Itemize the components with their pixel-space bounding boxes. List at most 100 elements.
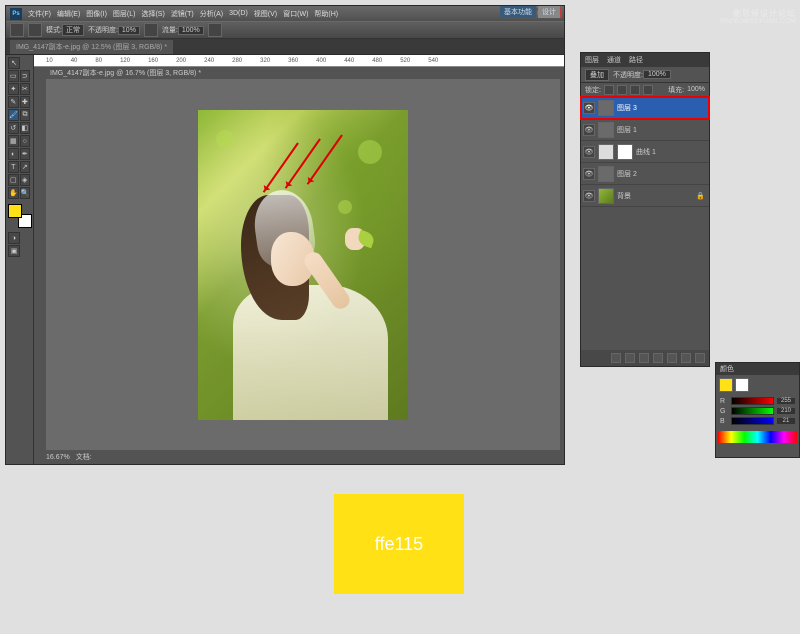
layer-fx-icon[interactable] — [625, 353, 635, 363]
menu-image[interactable]: 图像(I) — [86, 9, 107, 19]
lock-position-icon[interactable] — [630, 85, 640, 95]
zoom-level[interactable]: 16.67% — [46, 454, 70, 461]
b-value[interactable]: 21 — [777, 418, 795, 424]
layer-thumbnail[interactable] — [598, 166, 614, 182]
layer-row[interactable]: 👁 图层 3 — [581, 97, 709, 119]
layer-group-icon[interactable] — [667, 353, 677, 363]
color-tab[interactable]: 颜色 — [716, 363, 799, 375]
eyedropper-tool[interactable]: ✎ — [8, 96, 19, 108]
visibility-icon[interactable]: 👁 — [583, 190, 595, 202]
blend-mode-select[interactable]: 正常 — [62, 24, 84, 36]
b-slider[interactable] — [731, 417, 774, 425]
delete-layer-icon[interactable] — [695, 353, 705, 363]
workspace-design[interactable]: 设计 — [538, 6, 560, 18]
menu-select[interactable]: 选择(S) — [141, 9, 164, 19]
sub-document-tab[interactable]: IMG_4147副本-e.jpg @ 16.7% (图层 3, RGB/8) * — [46, 67, 205, 79]
type-tool[interactable]: T — [8, 161, 19, 173]
shape-tool[interactable]: ▢ — [8, 174, 19, 186]
canvas[interactable] — [46, 79, 560, 450]
adjustment-icon[interactable] — [598, 144, 614, 160]
brush-size-icon[interactable] — [28, 23, 42, 37]
zoom-tool[interactable]: 🔍 — [20, 187, 31, 199]
g-slider[interactable] — [731, 407, 774, 415]
menu-help[interactable]: 帮助(H) — [314, 9, 338, 19]
r-value[interactable]: 255 — [777, 398, 795, 404]
layer-name[interactable]: 图层 2 — [617, 169, 637, 179]
path-tool[interactable]: ↗ — [20, 161, 31, 173]
color-spectrum[interactable] — [718, 431, 797, 443]
menu-3d[interactable]: 3D(D) — [229, 10, 248, 17]
annotation-arrow — [307, 134, 343, 184]
layer-name[interactable]: 图层 1 — [617, 125, 637, 135]
dodge-tool[interactable]: ◐ — [8, 148, 19, 160]
layer-row[interactable]: 👁 图层 1 — [581, 119, 709, 141]
fill-value[interactable]: 100% — [687, 86, 705, 93]
menu-filter[interactable]: 滤镜(T) — [171, 9, 194, 19]
lock-all-icon[interactable] — [643, 85, 653, 95]
layer-name[interactable]: 曲线 1 — [636, 147, 656, 157]
tablet-pressure-icon[interactable] — [144, 23, 158, 37]
foreground-color[interactable] — [8, 204, 22, 218]
hand-tool[interactable]: ✋ — [8, 187, 19, 199]
layer-name[interactable]: 背景 — [617, 191, 631, 201]
layer-name[interactable]: 图层 3 — [617, 103, 637, 113]
healing-tool[interactable]: ✚ — [20, 96, 31, 108]
crop-tool[interactable]: ✂ — [20, 83, 31, 95]
layer-mask-icon[interactable] — [639, 353, 649, 363]
3d-tool[interactable]: ◈ — [20, 174, 31, 186]
layer-row[interactable]: 👁 曲线 1 — [581, 141, 709, 163]
move-tool[interactable]: ↖ — [8, 57, 20, 69]
mask-thumbnail[interactable] — [617, 144, 633, 160]
link-layers-icon[interactable] — [611, 353, 621, 363]
foreground-swatch[interactable] — [719, 378, 733, 392]
brush-opacity-value[interactable]: 10% — [118, 26, 140, 35]
tab-paths[interactable]: 路径 — [629, 55, 643, 65]
visibility-icon[interactable]: 👁 — [583, 102, 595, 114]
brush-tool[interactable]: 🖌 — [8, 109, 19, 121]
lock-pixels-icon[interactable] — [617, 85, 627, 95]
airbrush-icon[interactable] — [208, 23, 222, 37]
blur-tool[interactable]: ○ — [20, 135, 31, 147]
pen-tool[interactable]: ✒ — [20, 148, 31, 160]
menu-layer[interactable]: 图层(L) — [113, 9, 136, 19]
wand-tool[interactable]: ✦ — [8, 83, 19, 95]
layer-row[interactable]: 👁 图层 2 — [581, 163, 709, 185]
flow-value[interactable]: 100% — [178, 26, 204, 35]
opacity-value[interactable]: 100% — [643, 70, 671, 79]
document-tab[interactable]: IMG_4147副本-e.jpg @ 12.5% (图层 3, RGB/8) * — [10, 40, 173, 54]
screenmode-tool[interactable]: ▣ — [8, 245, 20, 257]
menu-analysis[interactable]: 分析(A) — [200, 9, 223, 19]
tab-layers[interactable]: 图层 — [585, 55, 599, 65]
layer-thumbnail[interactable] — [598, 100, 614, 116]
stamp-tool[interactable]: ⧉ — [20, 109, 30, 121]
background-swatch[interactable] — [735, 378, 749, 392]
tab-channels[interactable]: 通道 — [607, 55, 621, 65]
layers-panel: 图层 通道 路径 叠加 不透明度: 100% 锁定: 填充: 100% 👁 图层… — [580, 52, 710, 367]
eraser-tool[interactable]: ◧ — [20, 122, 31, 134]
layer-thumbnail[interactable] — [598, 188, 614, 204]
new-layer-icon[interactable] — [681, 353, 691, 363]
visibility-icon[interactable]: 👁 — [583, 168, 595, 180]
status-bar: 16.67% 文档: — [46, 450, 92, 464]
menu-view[interactable]: 视图(V) — [254, 9, 277, 19]
menu-file[interactable]: 文件(F) — [28, 9, 51, 19]
color-swatches[interactable] — [8, 204, 32, 228]
gradient-tool[interactable]: ▦ — [8, 135, 19, 147]
menu-edit[interactable]: 编辑(E) — [57, 9, 80, 19]
marquee-tool[interactable]: ▭ — [8, 70, 19, 82]
visibility-icon[interactable]: 👁 — [583, 124, 595, 136]
history-brush-tool[interactable]: ↺ — [8, 122, 19, 134]
workspace-basic[interactable]: 基本功能 — [500, 6, 536, 18]
layer-thumbnail[interactable] — [598, 122, 614, 138]
quickmask-tool[interactable]: ◑ — [8, 232, 20, 244]
r-slider[interactable] — [731, 397, 774, 405]
layer-row[interactable]: 👁 背景 🔒 — [581, 185, 709, 207]
adjustment-layer-icon[interactable] — [653, 353, 663, 363]
menu-window[interactable]: 窗口(W) — [283, 9, 308, 19]
g-value[interactable]: 210 — [777, 408, 795, 414]
lasso-tool[interactable]: ⊃ — [20, 70, 31, 82]
brush-preset-icon[interactable] — [10, 23, 24, 37]
visibility-icon[interactable]: 👁 — [583, 146, 595, 158]
blend-mode-select[interactable]: 叠加 — [585, 69, 609, 81]
lock-transparency-icon[interactable] — [604, 85, 614, 95]
